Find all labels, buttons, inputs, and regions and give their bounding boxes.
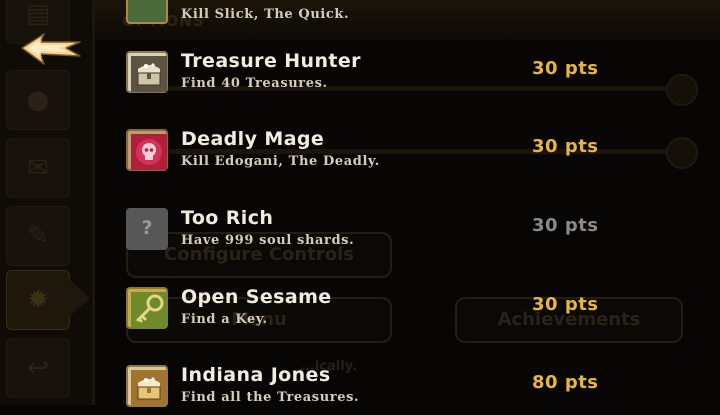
achievement-title: Deadly Mage [181, 128, 325, 150]
achievement-description: Find 40 Treasures. [181, 76, 328, 91]
achievement-points: 80 pts [532, 372, 599, 393]
achievement-title: Too Rich [181, 207, 274, 229]
achievement-description: Find all the Treasures. [181, 390, 360, 405]
achievement-row: Indiana Jones Find all the Treasures. 80… [126, 364, 716, 415]
question-mark-icon: ? [126, 208, 168, 250]
scroll-icon [126, 0, 168, 24]
achievement-row: Open Sesame Find a Key. 30 pts [126, 286, 716, 337]
achievements-list: Kill Slick, The Quick. Treasure Hunter F… [0, 0, 720, 407]
achievement-points: 30 pts [532, 215, 599, 236]
achievement-row: Treasure Hunter Find 40 Treasures. 30 pt… [126, 50, 716, 101]
achievement-points: 30 pts [532, 136, 599, 157]
achievement-row: Deadly Mage Kill Edogani, The Deadly. 30… [126, 128, 716, 179]
achievement-description: Find a Key. [181, 312, 268, 327]
achievement-points: 30 pts [532, 294, 599, 315]
key-icon [126, 287, 168, 329]
achievement-title: Indiana Jones [181, 364, 331, 386]
achievement-description: Have 999 soul shards. [181, 233, 355, 248]
treasure-chest-icon [126, 51, 168, 93]
achievement-row: Kill Slick, The Quick. [126, 0, 716, 32]
achievement-title: Open Sesame [181, 286, 332, 308]
treasure-chest-icon [126, 365, 168, 407]
achievement-description: Kill Slick, The Quick. [181, 7, 350, 22]
skull-icon [126, 129, 168, 171]
achievement-row: ? Too Rich Have 999 soul shards. 30 pts [126, 207, 716, 258]
achievement-points: 30 pts [532, 58, 599, 79]
achievement-title: Treasure Hunter [181, 50, 361, 72]
achievement-description: Kill Edogani, The Deadly. [181, 154, 380, 169]
